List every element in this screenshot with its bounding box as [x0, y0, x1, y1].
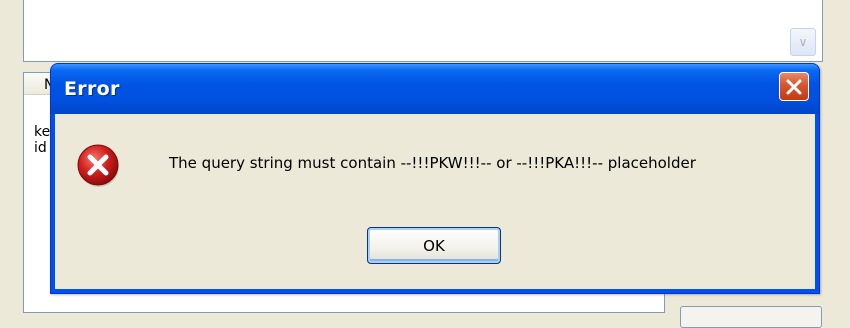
dialog-titlebar[interactable]: Error — [51, 64, 819, 114]
error-dialog: Error The query string must contain --!!… — [50, 63, 820, 294]
scroll-down-button[interactable]: ∨ — [790, 28, 816, 56]
close-button[interactable] — [779, 72, 809, 101]
ok-button[interactable]: OK — [367, 227, 501, 264]
chevron-down-icon: ∨ — [798, 35, 808, 49]
background-button[interactable] — [680, 306, 822, 328]
ok-button-label: OK — [423, 236, 445, 255]
close-icon — [786, 79, 802, 94]
dialog-body: The query string must contain --!!!PKW!!… — [55, 114, 815, 289]
error-message: The query string must contain --!!!PKW!!… — [169, 154, 696, 172]
query-textarea[interactable] — [23, 0, 823, 62]
error-icon — [77, 144, 119, 187]
dialog-title: Error — [64, 78, 120, 100]
list-item[interactable]: id — [34, 140, 47, 156]
list-item[interactable]: ke — [34, 124, 50, 140]
